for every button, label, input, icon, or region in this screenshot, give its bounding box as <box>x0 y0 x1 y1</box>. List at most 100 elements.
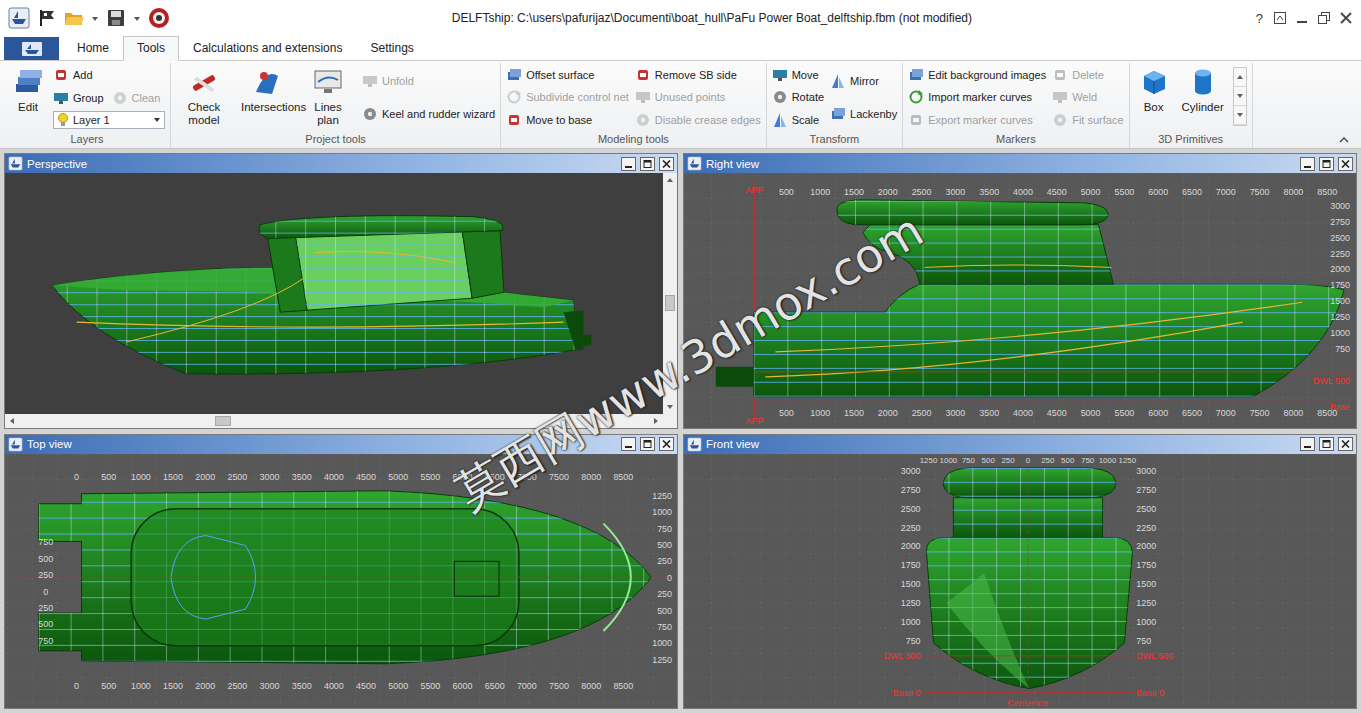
application-button[interactable] <box>4 37 59 60</box>
ribbon-minimize-icon[interactable] <box>1273 11 1287 25</box>
tick-label: 4000 <box>324 471 344 481</box>
ribbon-button[interactable]: Add <box>53 66 93 85</box>
help-button[interactable]: ? <box>1254 11 1265 26</box>
tick-label: 3000 <box>1136 465 1156 475</box>
front-view-canvas[interactable]: 1250100075050025002505007501000125030002… <box>684 454 1356 709</box>
tool-icon <box>506 89 522 105</box>
tick-label: 5500 <box>420 471 440 481</box>
ribbon-button[interactable]: Rotate <box>772 88 824 107</box>
minimize-icon[interactable] <box>1295 11 1309 25</box>
tick-label: 1250 <box>901 598 921 608</box>
tick-label: 6500 <box>1182 408 1202 418</box>
panel-maximize-button[interactable] <box>640 437 655 451</box>
close-icon <box>662 440 671 448</box>
button-stack: AddGroupCleanLayer 1 <box>53 63 165 132</box>
cabin-roof <box>943 467 1115 497</box>
ribbon-tab[interactable]: Settings <box>356 36 427 61</box>
tick-label: 0 <box>667 572 672 582</box>
tick-label: 750 <box>38 635 53 645</box>
panel-close-button[interactable] <box>659 157 674 171</box>
tick-label: 2000 <box>878 187 898 197</box>
settings-badge-icon[interactable] <box>148 7 170 29</box>
ribbon-button[interactable]: Keel and rudder wizard <box>362 105 495 124</box>
ribbon-button[interactable]: Check model <box>176 63 232 132</box>
marker-curve <box>315 251 454 262</box>
tool-icon <box>250 66 282 98</box>
vertical-scrollbar[interactable] <box>663 173 677 414</box>
ribbon-button[interactable]: Move <box>772 66 819 85</box>
restore-icon[interactable] <box>1317 11 1331 25</box>
scroll-thumb[interactable] <box>665 295 675 311</box>
ribbon-button[interactable]: Group <box>53 88 104 107</box>
minimize-icon <box>624 160 633 168</box>
tick-label: 2000 <box>901 541 921 551</box>
ribbon-tab[interactable]: Tools <box>123 36 179 61</box>
ribbon-button[interactable]: Cylinder <box>1179 63 1227 132</box>
tick-label: 1500 <box>1136 579 1156 589</box>
tick-label: 2750 <box>1330 217 1350 227</box>
delftship-window: DELFTship: C:\users\pafurijaz\Documenti\… <box>0 0 1361 713</box>
axis-ticks: 300027502500225020001750150012501000750 <box>901 465 921 645</box>
tick-label: 8000 <box>581 471 601 481</box>
flag-icon[interactable] <box>37 8 57 28</box>
tick-label: 500 <box>101 680 116 690</box>
ribbon-button[interactable]: Import marker curves <box>908 88 1032 107</box>
ribbon-button[interactable]: Lackenby <box>830 105 897 124</box>
panel-close-button[interactable] <box>659 437 674 451</box>
ribbon-tab[interactable]: Home <box>63 36 123 61</box>
panel-close-button[interactable] <box>1338 437 1353 451</box>
button-stack: Offset surfaceSubdivide control netMove … <box>506 63 629 132</box>
ribbon-button[interactable]: Edit background images <box>908 66 1046 85</box>
cabin-glass <box>295 231 472 311</box>
scroll-thumb[interactable] <box>215 416 231 426</box>
panel-minimize-button[interactable] <box>1300 157 1315 171</box>
dropdown-arrow-icon[interactable] <box>91 8 99 28</box>
delftship-logo-icon <box>8 156 23 171</box>
horizontal-scrollbar[interactable] <box>5 414 663 428</box>
viewport-title: Right view <box>706 158 1296 170</box>
delftship-logo-icon <box>687 437 702 452</box>
ribbon-button[interactable]: Intersections <box>238 63 294 132</box>
tool-icon <box>1138 66 1170 98</box>
ribbon-button[interactable]: Mirror <box>830 71 879 90</box>
tick-label: 250 <box>657 589 672 599</box>
tick-label: 1000 <box>810 187 830 197</box>
panel-minimize-button[interactable] <box>1300 437 1315 451</box>
panel-maximize-button[interactable] <box>640 157 655 171</box>
scroll-down-icon <box>1235 91 1245 101</box>
tool-icon <box>1052 67 1068 83</box>
ribbon-button[interactable]: Box <box>1135 63 1173 132</box>
panel-maximize-button[interactable] <box>1319 437 1334 451</box>
collapse-ribbon-icon[interactable] <box>1339 136 1349 144</box>
layer-dropdown[interactable]: Layer 1 <box>53 111 165 129</box>
tick-label: 750 <box>657 621 672 631</box>
close-icon[interactable] <box>1339 11 1353 25</box>
group-label: Markers <box>908 132 1123 148</box>
gallery-scroller[interactable] <box>1233 67 1247 126</box>
save-icon[interactable] <box>106 8 126 28</box>
ribbon-button[interactable]: Move to base <box>506 110 592 129</box>
open-folder-icon[interactable] <box>64 8 84 28</box>
ribbon-button[interactable]: Lines plan <box>300 63 356 132</box>
tick-label: 6000 <box>1148 187 1168 197</box>
ribbon-button[interactable]: Offset surface <box>506 66 594 85</box>
perspective-canvas[interactable] <box>5 173 663 414</box>
ribbon-button[interactable]: Remove SB side <box>635 66 737 85</box>
panel-maximize-button[interactable] <box>1319 157 1334 171</box>
lightbulb-icon <box>57 113 69 127</box>
ribbon-button[interactable]: Edit <box>9 63 47 132</box>
panel-minimize-button[interactable] <box>621 437 636 451</box>
tool-icon <box>362 73 378 89</box>
arrow-down-icon <box>665 402 675 412</box>
maximize-icon <box>1322 160 1331 168</box>
tick-label: 3000 <box>945 408 965 418</box>
ribbon-button: Fit surface <box>1052 110 1123 129</box>
button-stack: UnfoldKeel and rudder wizard <box>362 63 495 132</box>
ribbon-button[interactable]: Scale <box>772 110 820 129</box>
panel-close-button[interactable] <box>1338 157 1353 171</box>
top-view-canvas[interactable]: 0500100015002000250030003500400045005000… <box>5 454 677 709</box>
ribbon-tab[interactable]: Calculations and extensions <box>179 36 356 61</box>
right-view-canvas[interactable]: 5001000150020002500300035004000450050005… <box>684 173 1356 428</box>
panel-minimize-button[interactable] <box>621 157 636 171</box>
dropdown-arrow-icon[interactable] <box>133 8 141 28</box>
